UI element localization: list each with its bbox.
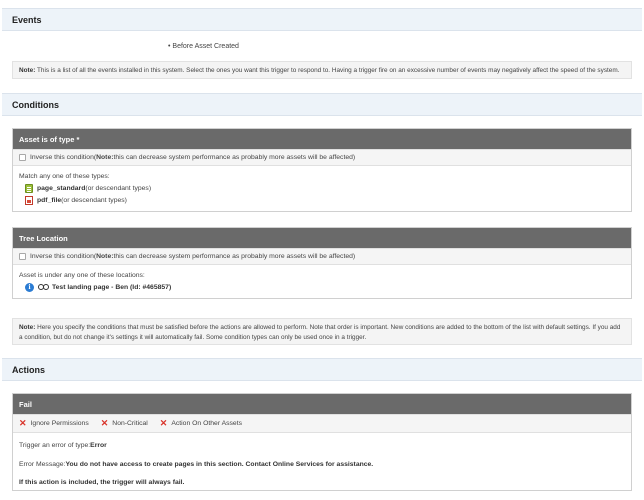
asset-type-inverse-note-bold: Note: xyxy=(96,154,114,161)
page-standard-icon xyxy=(25,183,33,193)
tree-location-inverse-checkbox[interactable] xyxy=(19,253,26,260)
tree-location-body: Asset is under any one of these location… xyxy=(13,264,631,298)
x-mark-icon: ✕ xyxy=(100,418,109,428)
error-message-label: Error Message: xyxy=(19,460,66,468)
asset-type-body: Match any one of these types: page_stand… xyxy=(13,165,631,211)
asset-type-inverse-label: Inverse this condition xyxy=(30,154,94,161)
events-note: Note: This is a list of all the events i… xyxy=(12,61,632,79)
actions-section-header: Actions xyxy=(2,358,642,381)
event-list-item[interactable]: • Before Asset Created xyxy=(168,43,239,50)
binoculars-icon[interactable] xyxy=(38,283,49,291)
events-note-text: This is a list of all the events install… xyxy=(35,67,620,74)
x-mark-icon: ✕ xyxy=(159,418,168,428)
always-fail-text: If this action is included, the trigger … xyxy=(19,478,185,486)
info-icon[interactable]: i xyxy=(25,282,34,292)
tree-location-inverse-label: Inverse this condition xyxy=(30,253,94,260)
trigger-edit-page: Events • Before Asset Created Note: This… xyxy=(0,0,644,500)
conditions-note-label: Note: xyxy=(19,324,36,331)
non-critical-option[interactable]: ✕ Non-Critical xyxy=(101,418,148,429)
type-name: pdf_file xyxy=(37,196,62,204)
option-label: Non-Critical xyxy=(112,420,148,427)
tree-location-inverse-note-rest: this can decrease system performance as … xyxy=(113,253,356,260)
error-type-label: Trigger an error of type: xyxy=(19,441,91,449)
error-type-line: Trigger an error of type: Error xyxy=(19,439,625,451)
asset-type-panel-title: Asset is of type * xyxy=(13,129,631,149)
conditions-note: Note: Here you specify the conditions th… xyxy=(12,318,632,345)
type-suffix: (or descendant types) xyxy=(85,184,152,192)
under-locations-label: Asset is under any one of these location… xyxy=(19,271,145,279)
tree-location-inverse-note-bold: Note: xyxy=(96,253,114,260)
type-name: page_standard xyxy=(37,184,86,192)
tree-location-condition-panel: Tree Location Inverse this condition (No… xyxy=(12,227,632,299)
events-section-header: Events xyxy=(2,8,642,31)
ignore-permissions-option[interactable]: ✕ Ignore Permissions xyxy=(19,418,89,429)
location-item[interactable]: i Test landing page - Ben (Id: #465857) xyxy=(19,281,625,293)
asset-type-inverse-note-rest: this can decrease system performance as … xyxy=(113,154,356,161)
asset-type-condition-panel: Asset is of type * Inverse this conditio… xyxy=(12,128,632,212)
events-note-label: Note: xyxy=(19,67,36,74)
fail-action-panel: Fail ✕ Ignore Permissions ✕ Non-Critical ✕… xyxy=(12,393,632,491)
fail-panel-title: Fail xyxy=(13,394,631,414)
type-item-page-standard: page_standard (or descendant types) xyxy=(19,182,625,194)
option-label: Action On Other Assets xyxy=(171,420,242,427)
error-type-value: Error xyxy=(90,441,107,449)
conditions-section-header: Conditions xyxy=(2,93,642,116)
option-label: Ignore Permissions xyxy=(30,420,89,427)
pdf-file-icon xyxy=(25,195,33,205)
match-types-label: Match any one of these types: xyxy=(19,172,110,180)
tree-location-inverse-row: Inverse this condition (Note: this can d… xyxy=(13,248,631,264)
type-item-pdf-file: pdf_file (or descendant types) xyxy=(19,194,625,206)
event-label: Before Asset Created xyxy=(172,43,239,50)
asset-type-inverse-row: Inverse this condition (Note: this can d… xyxy=(13,149,631,165)
conditions-note-text: Here you specify the conditions that mus… xyxy=(19,324,621,341)
action-on-other-assets-option[interactable]: ✕ Action On Other Assets xyxy=(160,418,242,429)
error-message-line: Error Message: You do not have access to … xyxy=(19,458,625,470)
tree-location-panel-title: Tree Location xyxy=(13,228,631,248)
type-suffix: (or descendant types) xyxy=(61,196,127,204)
x-mark-icon: ✕ xyxy=(19,418,27,428)
fail-options-row: ✕ Ignore Permissions ✕ Non-Critical ✕ Actio… xyxy=(13,414,631,432)
asset-type-inverse-checkbox[interactable] xyxy=(19,154,26,161)
error-message-value: You do not have access to create pages i… xyxy=(65,460,374,468)
fail-body: Trigger an error of type: Error Error Mes… xyxy=(13,432,631,490)
location-asset-name: Test landing page - Ben (Id: #465857) xyxy=(52,283,172,291)
